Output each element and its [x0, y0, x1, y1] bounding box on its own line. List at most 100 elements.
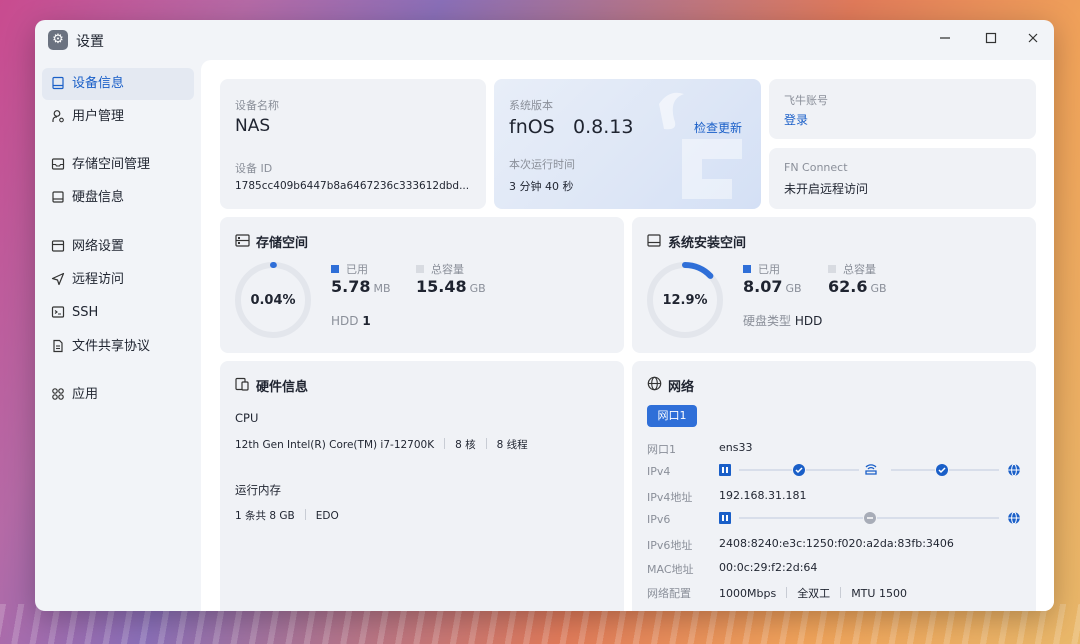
system-version-label: 系统版本	[509, 99, 553, 112]
sidebar-item-label: SSH	[72, 305, 99, 320]
sidebar-item-device-info[interactable]: 设备信息	[42, 68, 194, 100]
system-space-card[interactable]: 系统安装空间 12.9% 已用 8.07 GB 总容量 62.6 GB 硬盘类型 H…	[632, 217, 1036, 353]
port-value: ens33	[719, 441, 753, 454]
sidebar-item-file-sharing[interactable]: 文件共享协议	[42, 331, 194, 363]
system-version-card: 系统版本 fnOS 0.8.13 检查更新 本次运行时间 3 分钟 40 秒	[494, 79, 761, 209]
storage-title: 存储空间	[256, 236, 309, 251]
hardware-icon	[235, 377, 251, 395]
storage-icon	[235, 234, 251, 251]
sidebar-item-label: 文件共享协议	[72, 339, 151, 354]
mac-address: 00:0c:29:f2:2d:64	[719, 561, 818, 574]
fn-connect-card: FN Connect 未开启远程访问	[769, 148, 1036, 209]
storage-title-row: 存储空间	[235, 232, 308, 251]
sidebar-item-remote[interactable]: 远程访问	[42, 264, 194, 296]
ipv6-address: 2408:8240:e3c:1250:f020:a2da:83fb:3406	[719, 537, 954, 550]
send-icon	[51, 272, 65, 286]
sidebar-item-label: 硬盘信息	[72, 190, 125, 205]
sidebar-item-users[interactable]: 用户管理	[42, 101, 194, 133]
uptime-value: 3 分钟 40 秒	[509, 180, 574, 193]
disk-icon	[647, 234, 663, 251]
fn-connect-label: FN Connect	[784, 161, 848, 174]
maximize-button[interactable]	[981, 30, 1001, 50]
settings-window: ⚙ 设置 设备信息 用户管理 存储空间管理 硬盘信息 网络设置 远程访问 SSH…	[35, 20, 1054, 611]
network-title-row: 网络	[647, 376, 694, 395]
sidebar-item-label: 用户管理	[72, 109, 125, 124]
system-version-name: fnOS	[509, 116, 555, 138]
sidebar-item-label: 远程访问	[72, 272, 125, 287]
port-label: 网口1	[647, 443, 676, 456]
network-title: 网络	[668, 380, 695, 395]
sidebar-item-label: 网络设置	[72, 239, 125, 254]
disk-icon	[51, 190, 65, 204]
storage-percent: 0.04%	[250, 293, 296, 308]
network-icon	[51, 239, 65, 253]
memory-details: 1 条共 8 GB EDO	[235, 509, 339, 522]
network-card: 网络 网口1 网口1 ens33 IPv4 IPv4地址 192.168.31.…	[632, 361, 1036, 611]
system-space-total-legend: 总容量	[828, 261, 876, 277]
apps-icon	[51, 387, 65, 401]
device-name-label: 设备名称	[235, 99, 279, 112]
uptime-label: 本次运行时间	[509, 158, 575, 171]
sidebar-item-ssh[interactable]: SSH	[42, 297, 194, 329]
storage-total-value: 15.48 GB	[416, 277, 486, 296]
ipv4-address-label: IPv4地址	[647, 491, 693, 504]
storage-total-legend: 总容量	[416, 261, 464, 277]
system-space-title: 系统安装空间	[668, 236, 747, 251]
system-space-total-value: 62.6 GB	[828, 277, 887, 296]
main-content: 设备名称 NAS 设备 ID 1785cc409b6447b8a6467236c…	[201, 60, 1054, 611]
storage-card[interactable]: 存储空间 0.04% 已用 5.78 MB 总容量 15.48 GB HDD 1	[220, 217, 624, 353]
ipv4-address: 192.168.31.181	[719, 489, 807, 502]
file-icon	[51, 339, 65, 353]
storage-used-legend: 已用	[331, 261, 368, 277]
ipv4-connectivity-diagram	[719, 463, 1020, 477]
system-space-disk-type: 硬盘类型 HDD	[743, 314, 823, 328]
system-space-title-row: 系统安装空间	[647, 232, 746, 251]
sidebar-item-label: 设备信息	[72, 76, 125, 91]
system-space-used-value: 8.07 GB	[743, 277, 802, 296]
sidebar-item-apps[interactable]: 应用	[42, 379, 194, 411]
close-button[interactable]	[1023, 30, 1043, 50]
fn-connect-status: 未开启远程访问	[784, 182, 869, 196]
check-update-link[interactable]: 检查更新	[694, 119, 742, 136]
sidebar-item-network[interactable]: 网络设置	[42, 231, 194, 263]
cpu-label: CPU	[235, 411, 259, 425]
storage-icon	[51, 157, 65, 171]
device-id: 1785cc409b6447b8a6467236c333612dbd...	[235, 180, 470, 192]
system-space-used-legend: 已用	[743, 261, 780, 277]
device-name: NAS	[235, 116, 271, 136]
minimize-button[interactable]	[935, 30, 955, 50]
device-card: 设备名称 NAS 设备 ID 1785cc409b6447b8a6467236c…	[220, 79, 486, 209]
globe-icon	[647, 376, 663, 395]
sidebar-item-storage[interactable]: 存储空间管理	[42, 149, 194, 181]
account-card: 飞牛账号 登录	[769, 79, 1036, 139]
cpu-details: 12th Gen Intel(R) Core(TM) i7-12700K 8 核8…	[235, 438, 528, 451]
sidebar-item-disks[interactable]: 硬盘信息	[42, 182, 194, 214]
hardware-title: 硬件信息	[256, 380, 309, 395]
sidebar-item-label: 应用	[72, 387, 99, 402]
storage-used-value: 5.78 MB	[331, 277, 391, 296]
settings-gear-icon: ⚙	[48, 30, 68, 50]
window-title: 设置	[76, 34, 104, 50]
system-version-number: 0.8.13	[573, 116, 634, 138]
ipv6-address-label: IPv6地址	[647, 539, 693, 552]
sidebar: 设备信息 用户管理 存储空间管理 硬盘信息 网络设置 远程访问 SSH 文件共享…	[35, 60, 201, 611]
memory-label: 运行内存	[235, 483, 281, 497]
network-config-label: 网络配置	[647, 587, 691, 600]
device-id-label: 设备 ID	[235, 162, 273, 175]
terminal-icon	[51, 305, 65, 319]
user-icon	[51, 109, 65, 123]
fnos-logo-watermark	[659, 92, 742, 199]
ipv4-label: IPv4	[647, 465, 671, 478]
storage-hdd-count: HDD 1	[331, 314, 371, 328]
ipv6-label: IPv6	[647, 513, 671, 526]
account-label: 飞牛账号	[784, 94, 828, 107]
network-port-tab[interactable]: 网口1	[647, 405, 697, 427]
system-space-percent: 12.9%	[662, 293, 708, 308]
title-bar: ⚙ 设置	[35, 20, 1054, 60]
ipv6-connectivity-diagram	[719, 511, 1020, 525]
hardware-card: 硬件信息 CPU 12th Gen Intel(R) Core(TM) i7-1…	[220, 361, 624, 611]
sidebar-item-label: 存储空间管理	[72, 157, 151, 172]
mac-label: MAC地址	[647, 563, 694, 576]
login-link[interactable]: 登录	[784, 111, 808, 128]
network-config: 1000Mbps 全双工 MTU 1500	[719, 587, 907, 600]
